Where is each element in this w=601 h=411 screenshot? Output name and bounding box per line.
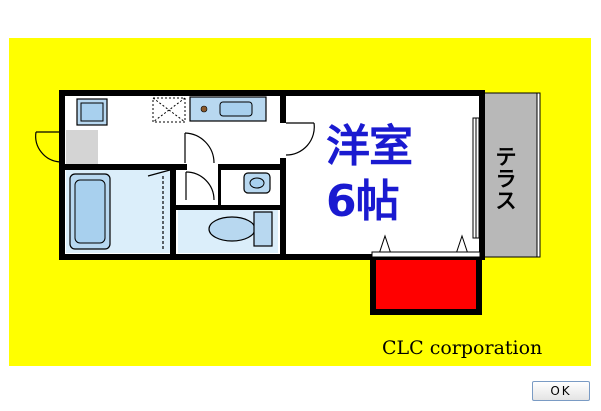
room-name-label: 洋室	[326, 121, 413, 172]
terrace-rail	[536, 92, 541, 258]
ok-button[interactable]: OK	[532, 381, 590, 401]
room-size-label: 6帖	[326, 176, 400, 227]
sink-icon	[219, 101, 253, 117]
terrace-label-char: テ	[495, 145, 517, 169]
stove-icon	[200, 105, 208, 113]
storage-closet	[370, 254, 482, 315]
terrace-label: テ ラ ス	[492, 146, 520, 212]
entrance-door-icon	[35, 131, 61, 163]
terrace-label-char: ス	[495, 189, 517, 214]
toilet-icon	[208, 216, 256, 242]
company-name: CLC corporation	[382, 337, 543, 359]
entrance-floor	[66, 130, 98, 164]
terrace-label-char: ラ	[495, 167, 517, 192]
terrace-window-icon	[472, 117, 480, 239]
